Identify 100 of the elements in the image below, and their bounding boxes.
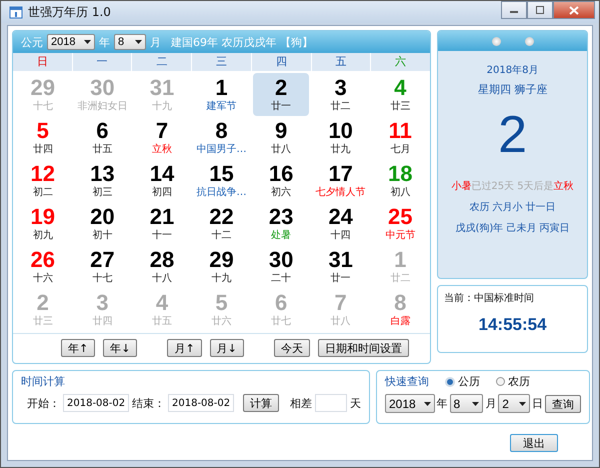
end-label: 结束： (132, 396, 165, 410)
nav-button[interactable]: 年↓ (103, 339, 138, 357)
month-select[interactable]: 8 (450, 394, 484, 413)
day-number: 15 (209, 162, 234, 186)
month-select[interactable]: 8 (114, 34, 146, 50)
day-number: 25 (388, 205, 412, 229)
start-date-field[interactable]: 2018-08-02 (63, 394, 129, 412)
weekday-header: 五 (312, 53, 370, 71)
lunar-date: 初六 (271, 186, 292, 199)
year-select[interactable]: 2018 (385, 394, 435, 413)
day-cell[interactable]: 27 十七 (74, 245, 130, 288)
day-cell[interactable]: 10 廿九 (312, 116, 368, 159)
day-cell[interactable]: 8 中国男子… (194, 116, 250, 159)
day-cell[interactable]: 15 抗日战争… (194, 159, 250, 202)
day-cell[interactable]: 11 七月 (372, 116, 428, 159)
day-cell[interactable]: 29 十九 (194, 245, 250, 288)
day-cell[interactable]: 4 廿三 (372, 73, 428, 116)
day-number: 7 (334, 291, 347, 315)
lunar-date: 白露 (390, 315, 410, 328)
weekday-header: 日 (13, 53, 72, 71)
difference-field[interactable] (315, 394, 347, 412)
lunar-date: 十七 (92, 272, 112, 285)
day-cell[interactable]: 30 二十 (253, 245, 309, 288)
day-number: 6 (274, 291, 288, 315)
lunar-date: 七月 (390, 143, 410, 156)
day-number: 9 (274, 119, 288, 143)
day-number: 2 (274, 76, 288, 100)
lunar-date: 廿四 (92, 315, 112, 328)
day-number: 18 (388, 162, 412, 186)
dropdown-arrow-icon (84, 40, 91, 44)
day-number: 30 (268, 248, 294, 272)
close-button[interactable] (553, 1, 595, 19)
radio-label: 公历 (458, 374, 480, 389)
day-number: 4 (156, 291, 168, 315)
lunar-date: 廿五 (152, 315, 172, 328)
day-cell[interactable]: 25 中元节 (372, 202, 428, 245)
calculate-button[interactable]: 计算 (243, 394, 279, 412)
day-cell[interactable]: 2 廿一 (253, 73, 309, 116)
day-number: 31 (328, 248, 353, 272)
day-number: 2 (36, 291, 49, 315)
lunar-date: 非洲妇女日 (77, 100, 128, 113)
day-cell[interactable]: 24 十四 (312, 202, 368, 245)
day-cell[interactable]: 13 初三 (74, 159, 130, 202)
day-cell[interactable]: 20 初十 (74, 202, 130, 245)
dropdown-arrow-icon (472, 402, 480, 406)
day-number: 1 (215, 76, 228, 100)
day-cell[interactable]: 1 建军节 (194, 73, 250, 116)
day-cell[interactable]: 6 廿五 (74, 116, 130, 159)
lunar-date-text: 农历 六月小 廿一日 (469, 200, 556, 214)
day-select[interactable]: 2 (498, 394, 530, 413)
day-cell[interactable]: 14 初四 (134, 159, 190, 202)
end-date-field[interactable]: 2018-08-02 (168, 394, 234, 412)
year-select[interactable]: 2018 (47, 34, 95, 50)
nav-button[interactable]: 年↑ (61, 339, 96, 357)
day-number: 26 (30, 248, 56, 272)
query-button[interactable]: 查询 (545, 394, 581, 412)
nav-button[interactable]: 月↓ (210, 339, 244, 357)
day-number: 13 (90, 162, 115, 186)
maximize-button[interactable] (527, 1, 553, 19)
day-cell[interactable]: 16 初六 (253, 159, 309, 202)
day-number: 4 (394, 76, 406, 100)
radio-button[interactable] (496, 377, 505, 386)
day-number: 14 (150, 162, 174, 186)
nav-button[interactable]: 今天 (274, 339, 310, 357)
day-cell[interactable]: 26 十六 (15, 245, 71, 288)
lunar-date: 十八 (152, 272, 172, 285)
exit-button[interactable]: 退出 (510, 434, 558, 452)
lunar-date: 十二 (212, 229, 232, 242)
day-cell[interactable]: 19 初九 (15, 202, 71, 245)
day-cell[interactable]: 31 廿一 (312, 245, 368, 288)
day-number: 21 (150, 205, 174, 229)
difference-label: 相差 (290, 396, 312, 410)
lunar-date: 十六 (32, 272, 53, 285)
day-cell[interactable]: 7 立秋 (134, 116, 190, 159)
day-number: 30 (90, 76, 115, 100)
lunar-date: 初三 (92, 186, 112, 199)
lunar-date: 廿二 (330, 100, 351, 113)
era-label: 公元 (21, 34, 43, 50)
start-label: 开始： (27, 396, 60, 410)
minimize-button[interactable] (501, 1, 527, 19)
day-cell[interactable]: 17 七夕情人节 (312, 159, 368, 202)
day-cell[interactable]: 12 初二 (15, 159, 71, 202)
day-cell[interactable]: 8 白露 (372, 288, 428, 331)
weekday-header: 一 (72, 53, 132, 71)
lunar-date: 廿三 (32, 315, 53, 328)
lunar-date: 廿二 (390, 272, 410, 285)
day-cell[interactable]: 9 廿八 (253, 116, 309, 159)
nav-button[interactable]: 日期和时间设置 (318, 339, 409, 357)
day-cell[interactable]: 18 初八 (372, 159, 428, 202)
day-number: 27 (90, 248, 115, 272)
calendar-icon (9, 5, 23, 19)
lunar-date: 建军节 (206, 100, 237, 113)
day-cell[interactable]: 3 廿二 (312, 73, 368, 116)
day-cell[interactable]: 5 廿四 (15, 116, 71, 159)
day-cell[interactable]: 21 十一 (134, 202, 190, 245)
day-cell[interactable]: 22 十二 (194, 202, 250, 245)
nav-button[interactable]: 月↑ (167, 339, 202, 357)
lunar-date: 十九 (212, 272, 232, 285)
day-cell[interactable]: 23 处暑 (253, 202, 309, 245)
day-cell[interactable]: 28 十八 (134, 245, 190, 288)
